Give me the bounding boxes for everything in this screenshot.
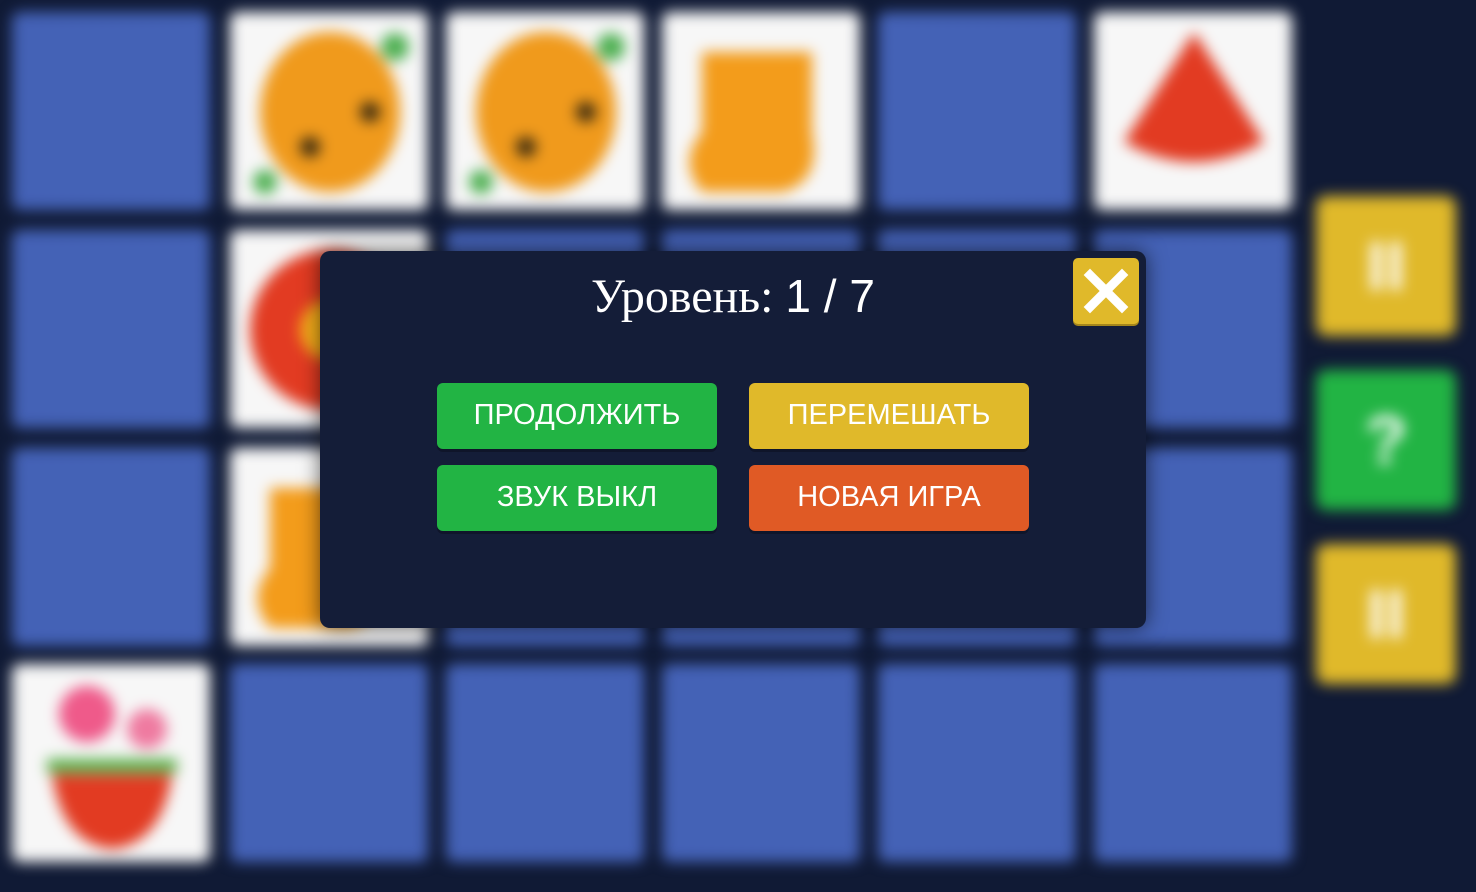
shuffle-button[interactable]: ПЕРЕМЕШАТЬ xyxy=(749,383,1029,449)
pause-button[interactable]: II xyxy=(1316,196,1456,336)
watermelon-icon xyxy=(1124,32,1264,162)
flowerpot-icon xyxy=(47,686,177,849)
card-back[interactable] xyxy=(12,448,210,646)
card-back[interactable] xyxy=(662,664,860,862)
new-game-button[interactable]: НОВАЯ ИГРА xyxy=(749,465,1029,531)
card-back[interactable] xyxy=(878,12,1076,210)
close-x-icon xyxy=(1083,268,1129,314)
continue-button[interactable]: ПРОДОЛЖИТЬ xyxy=(437,383,717,449)
owl-icon xyxy=(253,32,409,194)
boot-icon xyxy=(689,52,814,192)
card-face-flowerpot[interactable] xyxy=(12,664,210,862)
card-back[interactable] xyxy=(446,664,644,862)
card-back[interactable] xyxy=(230,664,428,862)
owl-icon xyxy=(469,32,625,194)
sound-toggle-button[interactable]: ЗВУК ВЫКЛ xyxy=(437,465,717,531)
game-screen: II ? II Уровень: 1 / 7 ПРОДОЛЖИТЬ ПЕРЕМЕ… xyxy=(0,0,1476,892)
level-label: Уровень: xyxy=(591,270,774,323)
card-back[interactable] xyxy=(12,230,210,428)
level-value: 1 / 7 xyxy=(785,270,875,322)
help-button[interactable]: ? xyxy=(1316,370,1456,510)
card-back[interactable] xyxy=(878,664,1076,862)
card-face-owl[interactable] xyxy=(230,12,428,210)
card-face-boot[interactable] xyxy=(662,12,860,210)
level-menu-dialog: Уровень: 1 / 7 ПРОДОЛЖИТЬ ПЕРЕМЕШАТЬ ЗВУ… xyxy=(320,251,1146,628)
card-face-owl[interactable] xyxy=(446,12,644,210)
skip-button[interactable]: II xyxy=(1316,544,1456,684)
card-back[interactable] xyxy=(12,12,210,210)
level-title: Уровень: 1 / 7 xyxy=(320,269,1146,324)
close-button[interactable] xyxy=(1073,258,1139,324)
card-face-watermelon[interactable] xyxy=(1094,12,1292,210)
card-back[interactable] xyxy=(1094,664,1292,862)
